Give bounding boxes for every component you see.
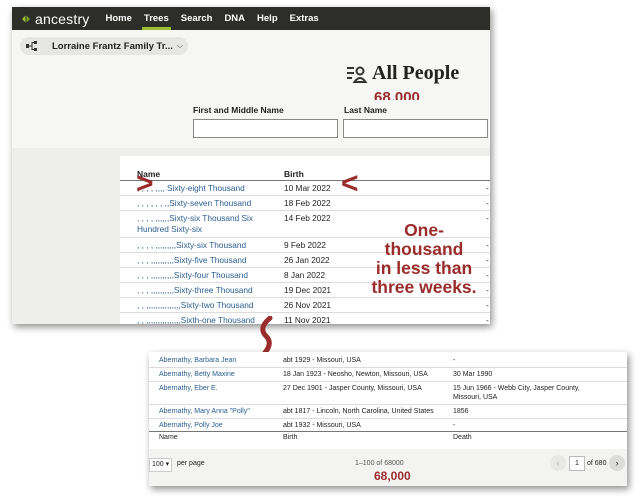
chevron-down-icon: ⌵ [176, 41, 183, 50]
person-name-link[interactable]: , , , , , , ,,Sixty-seven Thousand [137, 198, 265, 209]
annotation-line: three weeks. [371, 277, 477, 297]
birth-cell: 14 Feb 2022 [284, 213, 331, 223]
person-name-link[interactable]: , , ,,,,,,,,,,,,,,,Sixty-two Thousand [137, 300, 265, 311]
birth-cell: 10 Mar 2022 [284, 183, 331, 193]
alphabetical-list-screenshot: Abernathy, Barbara Jean abt 1929 - Misso… [149, 352, 627, 486]
page-total: of 680 [587, 460, 607, 467]
person-name-link[interactable]: , , , , ,,,,,,,,,Sixty-six Thousand [137, 240, 265, 251]
death-cell: 15 Jun 1966 - Webb City, Jasper County, … [453, 385, 580, 401]
logo-text: ancestry [35, 10, 90, 27]
person-name-link[interactable]: , , , ,,,,,,,,,,Sixty-five Thousand [137, 255, 265, 266]
annotation-line: thousand [384, 239, 464, 259]
person-name-link[interactable]: , , , ,,,,,,,,,,Sixty-four Thousand [137, 270, 265, 281]
birth-cell: 8 Jan 2022 [284, 270, 326, 280]
person-name-link[interactable]: Abernathy, Polly Joe [159, 421, 223, 430]
tree-selector[interactable]: Lorraine Frantz Family Tr... ⌵ [20, 37, 188, 55]
birth-cell: 11 Nov 2021 [284, 315, 331, 324]
table-row[interactable]: , , ,,,,,,,,,,,,,,,Sixty-two Thousand 26… [120, 298, 490, 313]
first-name-input[interactable] [193, 119, 338, 138]
table-row[interactable]: , , , , ,,,, Sixty-eight Thousand 10 Mar… [120, 181, 490, 196]
person-name-link[interactable]: Abernathy, Barbara Jean [159, 356, 236, 365]
column-footer-name[interactable]: Name [159, 434, 178, 441]
previous-page-button[interactable]: ‹ [550, 455, 566, 471]
ancestry-logo[interactable]: ancestry [19, 7, 90, 30]
table-row[interactable]: Abernathy, Betty Maxine 18 Jan 1923 - Ne… [149, 368, 627, 382]
table-row[interactable]: , , , , , , ,,Sixty-seven Thousand 18 Fe… [120, 196, 490, 211]
death-cell: - [486, 315, 489, 324]
next-page-button[interactable]: › [609, 455, 625, 471]
death-cell: - [453, 357, 456, 364]
per-page-select[interactable]: 100 ▾ [149, 458, 173, 472]
table-row[interactable]: Abernathy, Barbara Jean abt 1929 - Misso… [149, 354, 627, 368]
tree-icon [26, 41, 37, 51]
page-number-input[interactable]: 1 [569, 456, 585, 471]
table-row[interactable]: Abernathy, Polly Joe abt 1932 - Missouri… [149, 419, 627, 432]
table-row[interactable]: , , ,,,,,,,,,,,,,,,Sixth-one Thousand 11… [120, 313, 490, 324]
death-cell: - [486, 300, 489, 310]
nav-help[interactable]: Help [251, 7, 284, 30]
nav-extras[interactable]: Extras [284, 7, 325, 30]
table-row[interactable]: Abernathy, Eber E. 27 Dec 1901 - Jasper … [149, 382, 627, 405]
death-cell: 30 Mar 1990 [453, 371, 493, 378]
page-heading: All People [346, 62, 459, 85]
birth-cell: 19 Dec 2021 [284, 285, 332, 295]
count-annotation-bottom: 68,000 [374, 469, 411, 483]
person-name-link[interactable]: Abernathy, Betty Maxine [159, 370, 235, 379]
column-footer-birth[interactable]: Birth [283, 434, 297, 441]
all-people-screenshot: ancestry Home Trees Search DNA Help Extr… [12, 7, 490, 324]
birth-cell: 27 Dec 1901 - Jasper County, Missouri, U… [283, 385, 422, 392]
nav-search[interactable]: Search [175, 7, 219, 30]
death-cell: 1856 [453, 408, 469, 415]
column-footer-death[interactable]: Death [453, 434, 472, 441]
birth-cell: abt 1929 - Missouri, USA [283, 357, 361, 364]
birth-cell: 18 Feb 2022 [284, 198, 331, 208]
nav-trees[interactable]: Trees [138, 7, 175, 30]
top-navbar: ancestry Home Trees Search DNA Help Extr… [12, 7, 490, 30]
person-name-link[interactable]: Abernathy, Mary Anna "Polly" [159, 407, 250, 416]
birth-cell: 26 Nov 2021 [284, 300, 332, 310]
person-name-link[interactable]: Abernathy, Eber E. [159, 384, 218, 393]
last-name-input[interactable] [343, 119, 488, 138]
birth-cell: 26 Jan 2022 [284, 255, 330, 265]
leaf-logo-icon [22, 13, 30, 24]
annotation-line: in less than [375, 258, 473, 278]
person-name-link[interactable]: , , ,,,,,,,,,,,,,,,Sixth-one Thousand [137, 315, 265, 324]
death-cell: - [486, 198, 489, 208]
nav-dna[interactable]: DNA [218, 7, 251, 30]
annotation-line: One- [404, 220, 444, 240]
page-title: All People [372, 62, 460, 84]
birth-cell: abt 1932 - Missouri, USA [283, 422, 361, 429]
person-name-link[interactable]: , , , , ,,,,,,Sixty-six Thousand Six Hun… [137, 213, 265, 235]
per-page-label: per page [177, 460, 205, 467]
death-cell: - [453, 422, 456, 429]
table-row[interactable]: Abernathy, Mary Anna "Polly" abt 1817 - … [149, 405, 627, 419]
result-range: 1–100 of 68000 [355, 460, 404, 467]
last-name-label: Last Name [344, 105, 387, 115]
person-name-link[interactable]: , , , , ,,,, Sixty-eight Thousand [137, 183, 265, 194]
first-name-label: First and Middle Name [193, 105, 284, 115]
column-header-birth[interactable]: Birth [284, 169, 304, 179]
annotation-arrow-right: > [136, 167, 154, 200]
death-cell: - [486, 183, 489, 193]
tree-name: Lorraine Frantz Family Tr... [52, 40, 173, 52]
annotation-message: One- thousand in less than three weeks. [358, 221, 490, 297]
nav-home[interactable]: Home [100, 7, 138, 30]
search-form: First and Middle Name Last Name [12, 100, 490, 148]
people-list-icon [347, 66, 368, 83]
person-name-link[interactable]: , , , ,,,,,,,,,,Sixty-three Thousand [137, 285, 265, 296]
birth-cell: 9 Feb 2022 [284, 240, 326, 250]
birth-cell: abt 1817 - Lincoln, North Carolina, Unit… [283, 408, 434, 415]
birth-cell: 18 Jan 1923 - Neosho, Newton, Missouri, … [283, 371, 428, 378]
annotation-arrow-left: < [341, 167, 359, 200]
